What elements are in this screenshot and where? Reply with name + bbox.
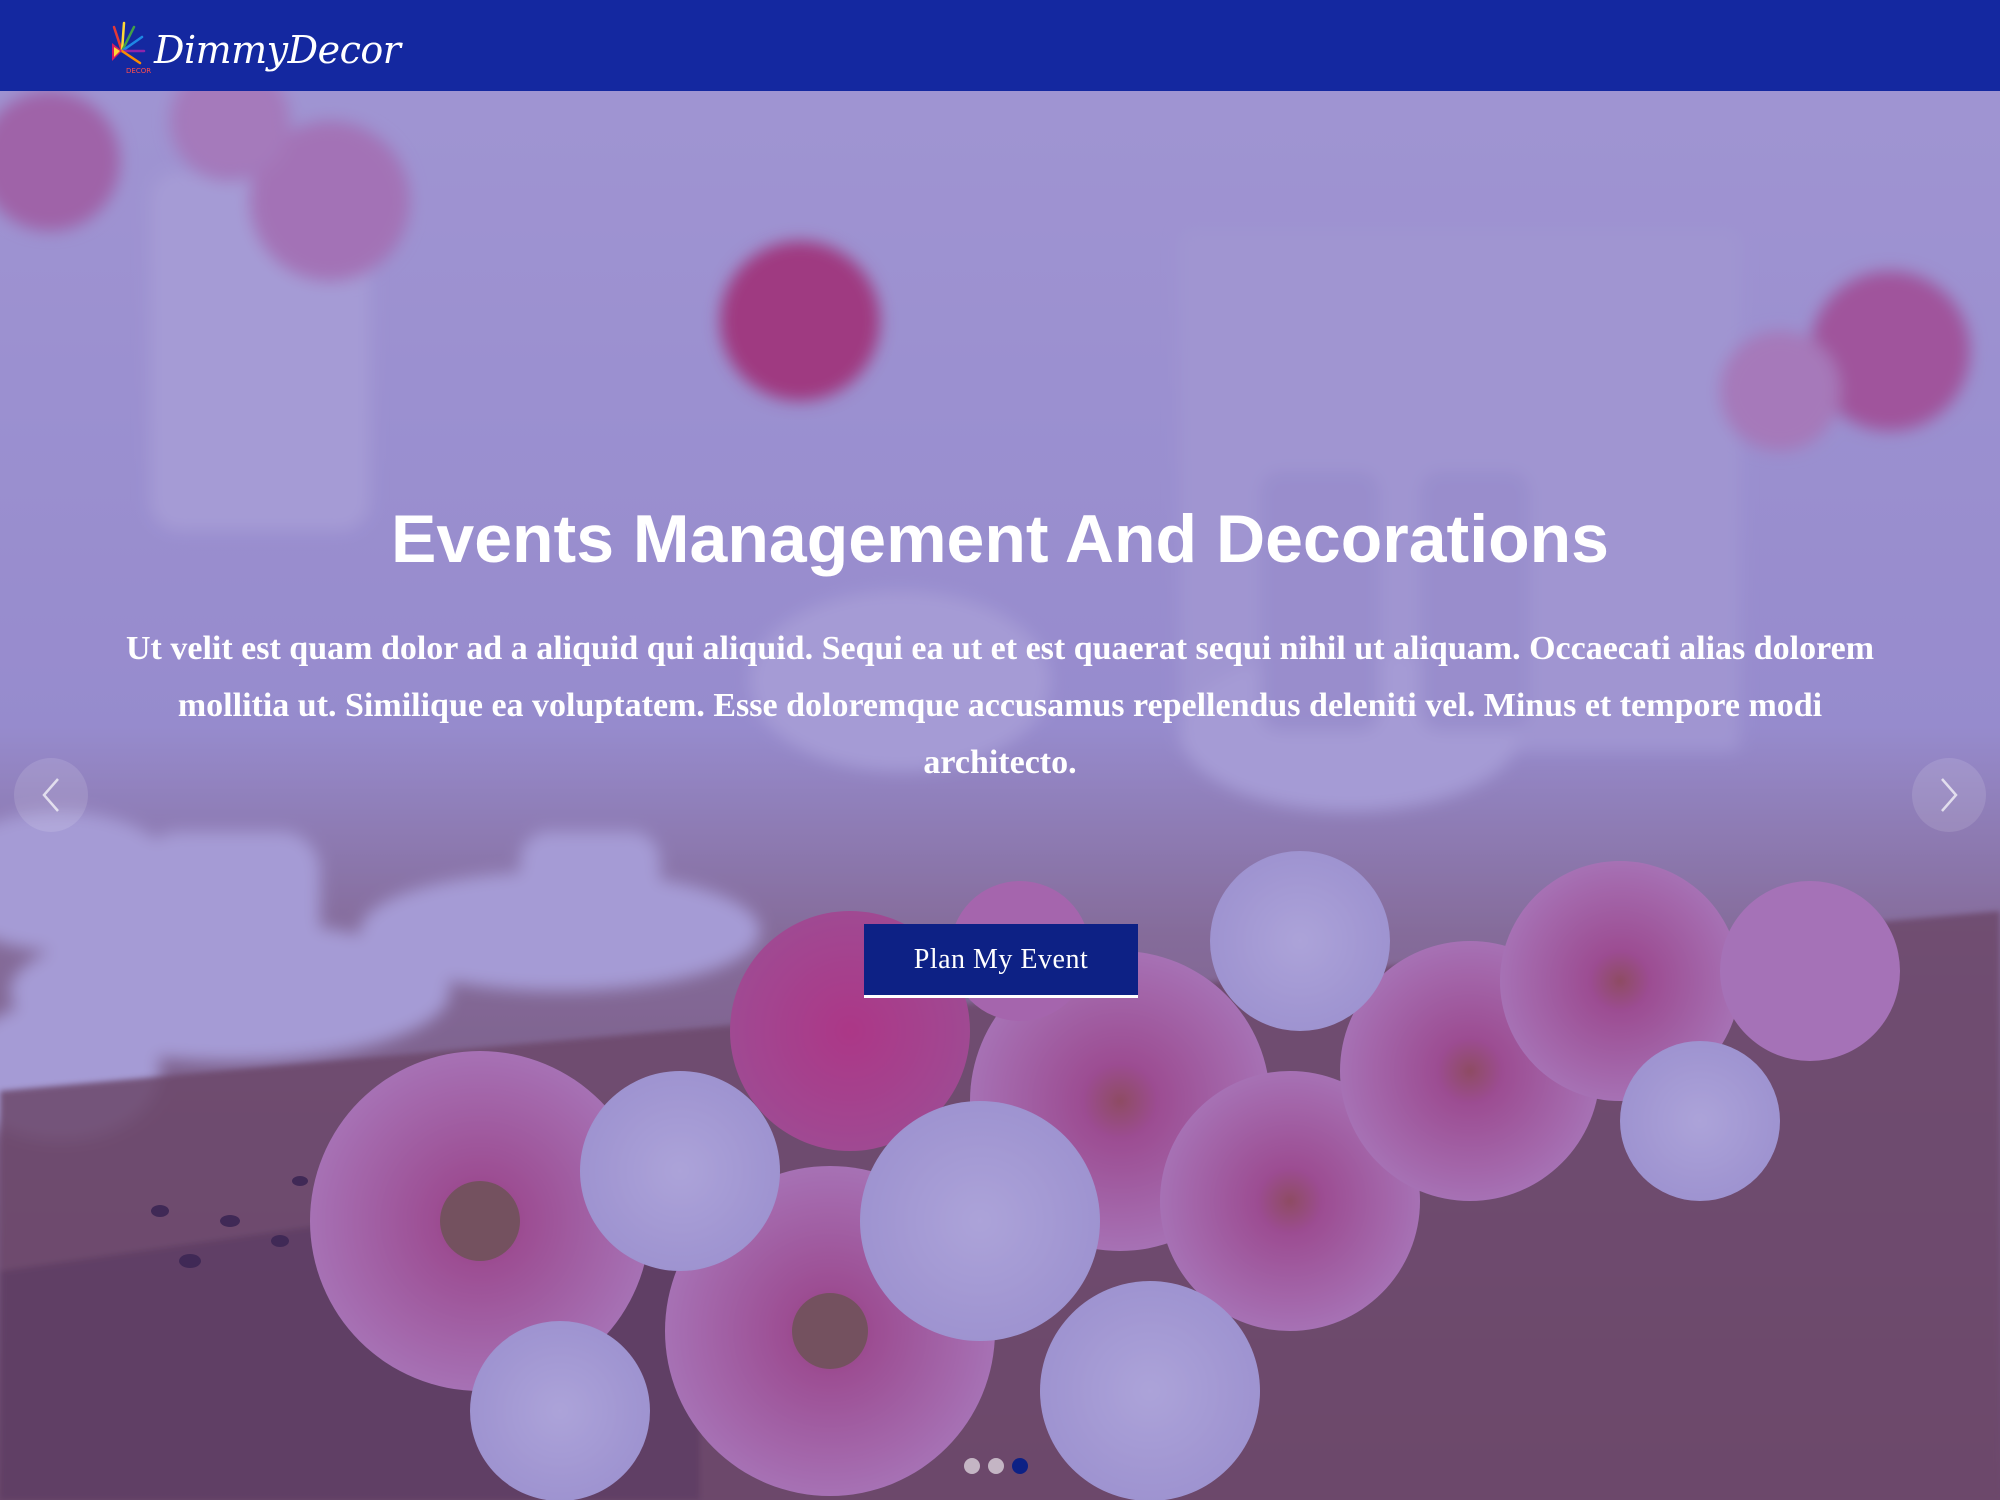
carousel-dot-3[interactable] (1012, 1458, 1028, 1474)
brand-name: DimmyDecor (154, 28, 401, 72)
hero-title: Events Management And Decorations (391, 501, 1609, 577)
carousel-dot-2[interactable] (988, 1458, 1004, 1474)
carousel-next-button[interactable] (1912, 758, 1986, 832)
top-navbar: DECOR DimmyDecor (0, 0, 2000, 91)
brand-logo-link[interactable]: DECOR DimmyDecor (108, 20, 401, 80)
carousel-prev-button[interactable] (14, 758, 88, 832)
hero-description: Ut velit est quam dolor ad a aliquid qui… (125, 630, 1875, 781)
chevron-right-icon (1941, 778, 1958, 812)
carousel-dot-1[interactable] (964, 1458, 980, 1474)
logo-mark-caption: DECOR (126, 67, 152, 75)
chevron-left-icon (42, 778, 59, 812)
hero-carousel (0, 91, 2000, 1500)
hero-color-overlay (0, 91, 2000, 1500)
plan-my-event-button[interactable]: Plan My Event (864, 924, 1138, 998)
logo-mark-icon: DECOR (108, 21, 152, 79)
carousel-indicators (964, 1458, 1028, 1474)
